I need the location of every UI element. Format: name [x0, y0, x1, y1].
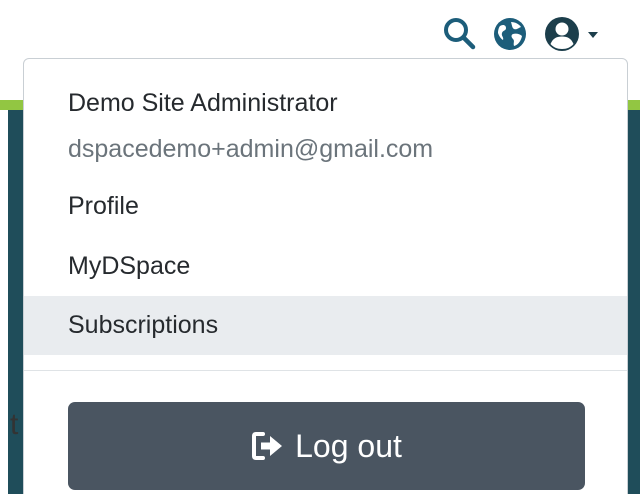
logout-label: Log out: [295, 427, 402, 464]
language-switch-button[interactable]: [490, 14, 530, 54]
user-dropdown-menu: Demo Site Administrator dspacedemo+admin…: [23, 58, 628, 494]
menu-divider: [24, 370, 627, 371]
user-email: dspacedemo+admin@gmail.com: [68, 135, 434, 163]
search-icon: [444, 18, 476, 50]
menu-item-subscriptions[interactable]: Subscriptions: [24, 296, 627, 355]
search-button[interactable]: [440, 14, 480, 54]
user-menu-toggle[interactable]: [544, 14, 608, 54]
page-left-edge: [0, 110, 8, 494]
logout-button[interactable]: Log out: [68, 402, 585, 490]
globe-icon: [494, 18, 526, 50]
sign-out-icon: [251, 431, 285, 461]
chevron-down-icon: [588, 32, 598, 38]
menu-item-mydspace[interactable]: MyDSpace: [24, 237, 627, 296]
app-window: t Demo Site Administrator dspacedemo+adm…: [0, 0, 640, 494]
user-name: Demo Site Administrator: [68, 89, 338, 117]
header-actions: [440, 14, 608, 54]
menu-item-profile[interactable]: Profile: [24, 177, 627, 236]
user-circle-icon: [545, 17, 579, 51]
background-partial-text: t: [10, 408, 19, 441]
